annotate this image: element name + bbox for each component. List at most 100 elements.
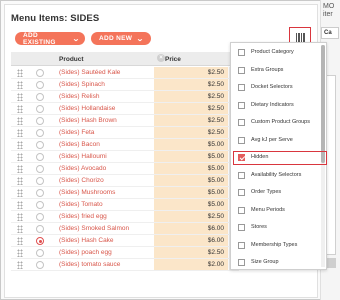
price-cell[interactable]: $2.50: [154, 247, 228, 258]
drag-handle-icon[interactable]: [17, 261, 23, 269]
row-select-radio[interactable]: [36, 177, 44, 185]
row-select-radio[interactable]: [36, 117, 44, 125]
column-checkbox[interactable]: [238, 259, 245, 266]
drag-handle-icon[interactable]: [17, 165, 23, 173]
column-option[interactable]: Product Category: [231, 46, 321, 60]
drag-handle-icon[interactable]: [17, 117, 23, 125]
column-checkbox[interactable]: [238, 84, 245, 91]
table-row[interactable]: (Sides) Relish $2.50: [11, 91, 239, 103]
product-name-link[interactable]: (Sides) Mushrooms: [59, 189, 115, 196]
column-checkbox[interactable]: [238, 189, 245, 196]
price-cell[interactable]: $2.50: [154, 115, 228, 126]
price-cell[interactable]: $5.00: [154, 175, 228, 186]
drag-handle-icon[interactable]: [17, 237, 23, 245]
product-name-link[interactable]: (Sides) Spinach: [59, 81, 105, 88]
column-checkbox[interactable]: [238, 224, 245, 231]
column-checkbox[interactable]: [238, 101, 245, 109]
price-cell[interactable]: $2.50: [154, 211, 228, 222]
table-row[interactable]: (Sides) fried egg $2.50: [11, 211, 239, 223]
price-cell[interactable]: $2.00: [154, 259, 228, 270]
price-cell[interactable]: $2.50: [154, 91, 228, 102]
product-name-link[interactable]: (Sides) Smoked Salmon: [59, 225, 129, 232]
drag-handle-icon[interactable]: [17, 93, 23, 101]
table-row[interactable]: (Sides) Hash Cake $6.00: [11, 235, 290, 247]
column-checkbox[interactable]: [238, 206, 245, 214]
row-select-radio[interactable]: [36, 249, 44, 257]
row-select-radio[interactable]: [36, 129, 44, 137]
product-name-link[interactable]: (Sides) tomato sauce: [59, 261, 120, 268]
price-cell[interactable]: $2.50: [154, 79, 228, 90]
row-select-radio[interactable]: [36, 225, 44, 233]
row-select-radio[interactable]: [36, 261, 44, 269]
drag-handle-icon[interactable]: [17, 141, 23, 149]
table-row[interactable]: (Sides) Smoked Salmon $6.00: [11, 223, 239, 235]
drag-handle-icon[interactable]: [17, 189, 23, 197]
add-new-button[interactable]: ADD NEW ⌄: [91, 32, 151, 45]
drag-handle-icon[interactable]: [17, 153, 23, 161]
table-row[interactable]: (Sides) Tomato $5.00: [11, 199, 239, 211]
column-option[interactable]: Avg kJ per Serve: [231, 134, 321, 148]
table-row[interactable]: (Sides) Avocado $5.00: [11, 163, 239, 175]
column-checkbox[interactable]: [238, 136, 245, 144]
drag-handle-icon[interactable]: [17, 105, 23, 113]
price-cell[interactable]: $5.00: [154, 187, 228, 198]
column-option[interactable]: Dietary Indicators: [231, 99, 321, 113]
row-select-radio[interactable]: [36, 165, 44, 173]
drag-handle-icon[interactable]: [17, 249, 23, 257]
column-checkbox[interactable]: [238, 171, 245, 179]
remove-column-icon[interactable]: ×: [157, 54, 165, 62]
column-option[interactable]: Extra Groups: [231, 64, 321, 78]
product-name-link[interactable]: (Sides) poach egg: [59, 249, 112, 256]
column-option[interactable]: Custom Product Groups: [231, 116, 321, 130]
row-select-radio[interactable]: [36, 69, 44, 77]
price-cell[interactable]: $2.50: [154, 103, 228, 114]
drag-handle-icon[interactable]: [17, 213, 23, 221]
row-select-radio[interactable]: [36, 93, 44, 101]
drag-handle-icon[interactable]: [17, 225, 23, 233]
price-cell[interactable]: $6.00: [154, 235, 228, 246]
column-option[interactable]: Menu Periods: [231, 204, 321, 218]
row-select-radio[interactable]: [36, 141, 44, 149]
product-name-link[interactable]: (Sides) Sautéed Kale: [59, 69, 120, 76]
column-checkbox[interactable]: [238, 49, 245, 56]
price-cell[interactable]: $2.50: [154, 127, 228, 138]
drag-handle-icon[interactable]: [17, 129, 23, 137]
table-row[interactable]: (Sides) Spinach $2.50: [11, 79, 239, 91]
row-select-radio[interactable]: [36, 105, 44, 113]
price-cell[interactable]: $6.00: [154, 223, 228, 234]
drag-handle-icon[interactable]: [17, 201, 23, 209]
table-row[interactable]: (Sides) Halloumi $5.00: [11, 151, 239, 163]
product-name-link[interactable]: (Sides) Chorizo: [59, 177, 104, 184]
menu-scrollbar-thumb[interactable]: [321, 45, 325, 163]
column-option[interactable]: Order Types: [231, 186, 321, 200]
product-name-link[interactable]: (Sides) Hash Brown: [59, 117, 117, 124]
product-name-link[interactable]: (Sides) Tomato: [59, 201, 103, 208]
price-cell[interactable]: $5.00: [154, 139, 228, 150]
column-checkbox[interactable]: [238, 119, 245, 126]
table-row[interactable]: (Sides) Chorizo $5.00: [11, 175, 239, 187]
column-option[interactable]: Size Group: [231, 256, 321, 270]
row-select-radio[interactable]: [36, 81, 44, 89]
table-row[interactable]: (Sides) Sautéed Kale $2.50: [11, 67, 239, 79]
price-cell[interactable]: $5.00: [154, 199, 228, 210]
column-option[interactable]: Stores: [231, 221, 321, 235]
table-row[interactable]: (Sides) Bacon $5.00: [11, 139, 239, 151]
product-name-link[interactable]: (Sides) fried egg: [59, 213, 107, 220]
row-select-radio[interactable]: [36, 213, 44, 221]
column-option[interactable]: Membership Types: [231, 239, 321, 253]
price-cell[interactable]: $5.00: [154, 151, 228, 162]
column-option[interactable]: Docket Selectors: [231, 81, 321, 95]
table-row[interactable]: (Sides) Hollandaise $2.50: [11, 103, 239, 115]
product-name-link[interactable]: (Sides) Feta: [59, 129, 94, 136]
row-select-radio[interactable]: [36, 201, 44, 209]
add-existing-button[interactable]: ADD EXISTING ⌄: [15, 32, 85, 46]
product-name-link[interactable]: (Sides) Relish: [59, 93, 99, 100]
price-cell[interactable]: $5.00: [154, 163, 228, 174]
product-name-link[interactable]: (Sides) Bacon: [59, 141, 100, 148]
row-select-radio[interactable]: [36, 189, 44, 197]
column-checkbox[interactable]: [238, 241, 245, 249]
drag-handle-icon[interactable]: [17, 81, 23, 89]
table-row[interactable]: (Sides) Mushrooms $5.00: [11, 187, 239, 199]
column-header-product[interactable]: Product: [59, 56, 84, 63]
row-select-radio[interactable]: [36, 237, 44, 245]
